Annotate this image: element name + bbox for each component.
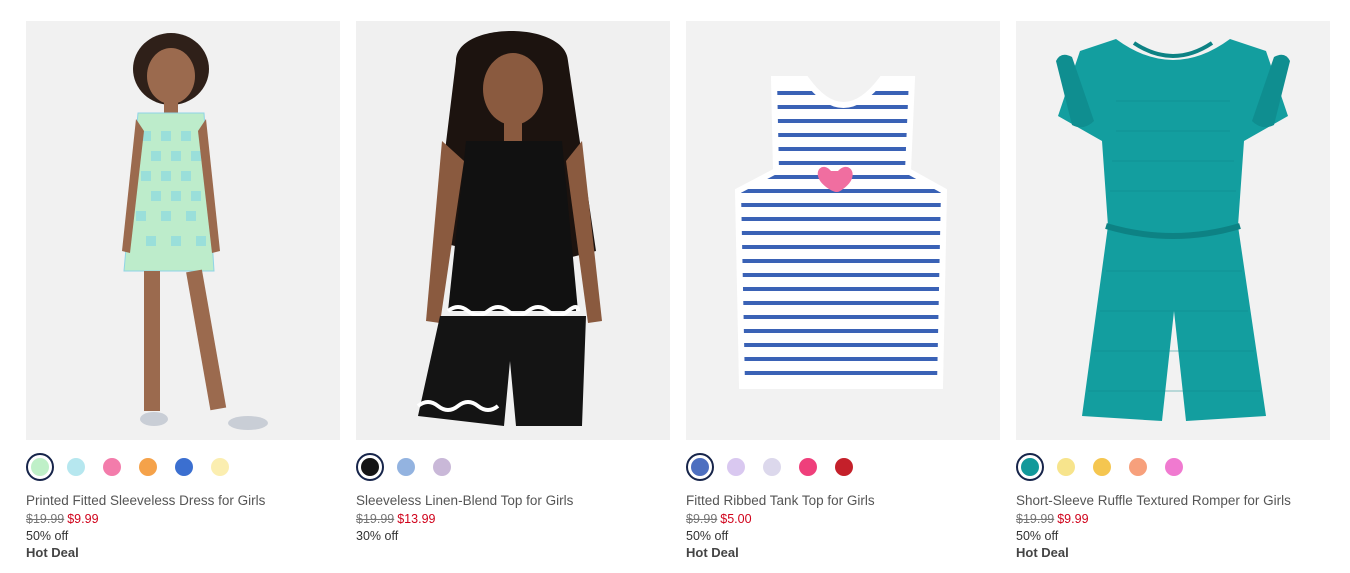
product-grid: Printed Fitted Sleeveless Dress for Girl… (26, 21, 1330, 566)
price-block: $19.99 $9.99 (1016, 512, 1089, 526)
swatch-color-dot (175, 458, 193, 476)
product-image[interactable] (1016, 21, 1330, 440)
swatch-color-dot (763, 458, 781, 476)
color-swatch[interactable] (1088, 453, 1116, 481)
price-block: $19.99 $13.99 (356, 512, 435, 526)
original-price: $19.99 (1016, 512, 1055, 526)
color-swatch[interactable] (428, 453, 456, 481)
sale-price: $9.99 (1057, 512, 1089, 526)
original-price: $19.99 (356, 512, 395, 526)
swatch-color-dot (691, 458, 709, 476)
product-image[interactable] (26, 21, 340, 440)
swatch-color-dot (361, 458, 379, 476)
product-card: Printed Fitted Sleeveless Dress for Girl… (26, 21, 340, 566)
swatch-color-dot (31, 458, 49, 476)
swatch-color-dot (1057, 458, 1075, 476)
hot-deal-badge: Hot Deal (26, 545, 79, 560)
swatch-color-dot (1129, 458, 1147, 476)
original-price: $19.99 (26, 512, 65, 526)
sale-price: $5.00 (720, 512, 752, 526)
product-name[interactable]: Fitted Ribbed Tank Top for Girls (686, 493, 875, 508)
discount-label: 50% off (1016, 529, 1059, 543)
swatch-color-dot (433, 458, 451, 476)
color-swatch[interactable] (356, 453, 384, 481)
product-name[interactable]: Short-Sleeve Ruffle Textured Romper for … (1016, 493, 1291, 508)
swatch-color-dot (103, 458, 121, 476)
swatch-color-dot (67, 458, 85, 476)
swatch-color-dot (397, 458, 415, 476)
swatch-color-dot (211, 458, 229, 476)
color-swatch[interactable] (722, 453, 750, 481)
product-image[interactable] (686, 21, 1000, 440)
price-block: $9.99 $5.00 (686, 512, 752, 526)
swatch-color-dot (727, 458, 745, 476)
color-swatch[interactable] (26, 453, 54, 481)
color-swatch[interactable] (794, 453, 822, 481)
product-name[interactable]: Sleeveless Linen-Blend Top for Girls (356, 493, 573, 508)
color-swatch[interactable] (1124, 453, 1152, 481)
color-swatch[interactable] (170, 453, 198, 481)
price-block: $19.99 $9.99 (26, 512, 99, 526)
color-swatch[interactable] (392, 453, 420, 481)
hot-deal-badge: Hot Deal (1016, 545, 1069, 560)
color-swatch[interactable] (98, 453, 126, 481)
swatch-color-dot (799, 458, 817, 476)
color-swatch[interactable] (62, 453, 90, 481)
swatch-color-dot (1021, 458, 1039, 476)
girl-in-black-top-image (356, 21, 670, 440)
color-swatch[interactable] (758, 453, 786, 481)
hot-deal-badge: Hot Deal (686, 545, 739, 560)
product-card: Short-Sleeve Ruffle Textured Romper for … (1016, 21, 1330, 566)
product-name[interactable]: Printed Fitted Sleeveless Dress for Girl… (26, 493, 265, 508)
swatch-color-dot (835, 458, 853, 476)
discount-label: 50% off (26, 529, 69, 543)
original-price: $9.99 (686, 512, 718, 526)
swatch-color-dot (1093, 458, 1111, 476)
color-swatch[interactable] (206, 453, 234, 481)
color-swatch[interactable] (1160, 453, 1188, 481)
teal-romper-image (1016, 21, 1330, 440)
sale-price: $13.99 (397, 512, 436, 526)
sale-price: $9.99 (67, 512, 99, 526)
striped-tank-top-image (686, 21, 1000, 440)
girl-in-dress-image (26, 21, 340, 440)
color-swatch[interactable] (134, 453, 162, 481)
product-card: Fitted Ribbed Tank Top for Girls $9.99 $5… (686, 21, 1000, 566)
color-swatch[interactable] (1052, 453, 1080, 481)
swatch-color-dot (139, 458, 157, 476)
color-swatch[interactable] (686, 453, 714, 481)
color-swatch[interactable] (830, 453, 858, 481)
swatch-color-dot (1165, 458, 1183, 476)
discount-label: 50% off (686, 529, 729, 543)
color-swatch[interactable] (1016, 453, 1044, 481)
product-image[interactable] (356, 21, 670, 440)
discount-label: 30% off (356, 529, 399, 543)
product-card: Sleeveless Linen-Blend Top for Girls $19… (356, 21, 670, 566)
